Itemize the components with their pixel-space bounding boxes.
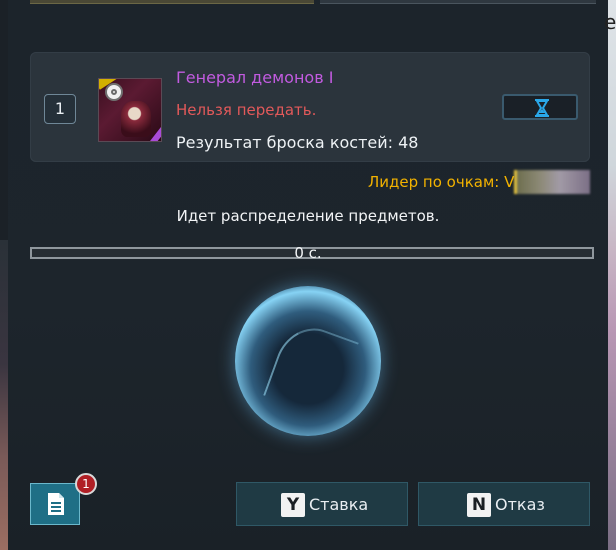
pass-button-label: Отказ	[495, 495, 545, 514]
points-leader: Лидер по очкам: V	[368, 173, 515, 191]
dice-roll-result: Результат броска костей: 48	[176, 133, 419, 152]
timer-text: 0 с.	[294, 244, 322, 262]
distribution-status: Идет распределение предметов.	[176, 207, 440, 225]
item-index-box: 1	[44, 94, 76, 124]
item-name: Генерал демонов I	[176, 68, 334, 87]
item-icon[interactable]	[98, 78, 162, 142]
loot-item-card: 1 Генерал демонов I Нельзя передать. Рез…	[30, 52, 590, 162]
orb-crack	[263, 318, 359, 420]
pass-button[interactable]: N Отказ	[418, 482, 590, 526]
background-left-edge	[0, 240, 8, 550]
crystal-orb	[235, 286, 381, 436]
top-tab-left[interactable]	[30, 0, 314, 4]
document-icon	[48, 493, 64, 515]
top-tab-right[interactable]	[320, 0, 596, 4]
right-edge-text: e	[604, 10, 616, 34]
item-icon-token	[105, 83, 123, 101]
bid-button-label: Ставка	[309, 495, 369, 514]
leader-name-obscured	[514, 170, 590, 194]
hourglass-icon	[535, 99, 549, 117]
pass-hotkey: N	[467, 493, 491, 517]
log-button[interactable]	[30, 483, 80, 525]
background-right-edge	[608, 0, 616, 550]
bid-hotkey: Y	[281, 493, 305, 517]
item-icon-demon-figure	[121, 101, 151, 137]
notification-badge: 1	[75, 473, 97, 495]
item-untradeable-note: Нельзя передать.	[176, 101, 317, 119]
bid-button[interactable]: Y Ставка	[236, 482, 408, 526]
wait-button[interactable]	[502, 94, 578, 120]
